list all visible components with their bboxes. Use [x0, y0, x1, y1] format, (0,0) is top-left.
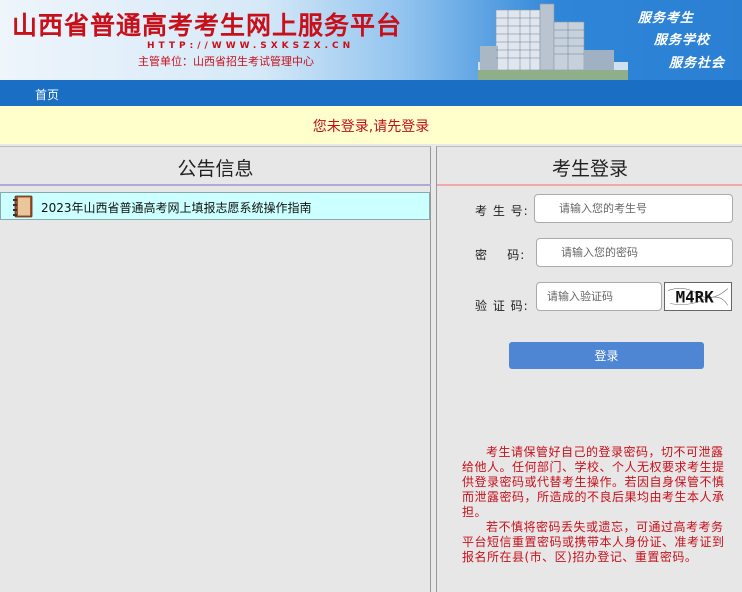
nav-home-link[interactable]: 首页 [35, 86, 59, 103]
site-title: 山西省普通高考考生网上服务平台 [12, 11, 403, 40]
login-panel: 考生登录 考 生 号: 密 码: 验 证 码: M4RK 登录 考生请保管好自己… [436, 146, 742, 592]
password-input[interactable] [536, 238, 733, 267]
site-url: HTTP://WWW.SXKSZX.CN [147, 41, 355, 51]
book-icon [13, 195, 33, 218]
building-illustration [478, 3, 628, 80]
announcement-divider [0, 184, 431, 186]
security-notice: 考生请保管好自己的登录密码，切不可泄露给他人。任何部门、学校、个人无权要求考生提… [462, 445, 734, 565]
announcement-item[interactable]: 2023年山西省普通高考网上填报志愿系统操作指南 [0, 192, 430, 220]
captcha-text: M4RK [676, 288, 715, 307]
slogan-serve-schools: 服务学校 [654, 33, 711, 48]
login-notice-text: 您未登录,请先登录 [312, 119, 430, 135]
captcha-image[interactable]: M4RK [664, 282, 732, 311]
login-panel-title: 考生登录 [551, 158, 628, 180]
announcement-link[interactable]: 2023年山西省普通高考网上填报志愿系统操作指南 [41, 199, 312, 216]
login-notice-bar: 您未登录,请先登录 [0, 106, 742, 144]
captcha-input[interactable] [536, 282, 662, 311]
header-banner: 山西省普通高考考生网上服务平台 HTTP://WWW.SXKSZX.CN 主管单… [0, 0, 742, 80]
exam-number-label: 考 生 号: [475, 204, 529, 218]
password-label: 密 码: [475, 248, 526, 262]
announcement-panel-title: 公告信息 [177, 158, 254, 180]
captcha-label: 验 证 码: [475, 299, 529, 313]
login-button[interactable]: 登录 [509, 342, 704, 369]
login-divider [437, 184, 742, 186]
slogan-serve-students: 服务考生 [638, 11, 695, 26]
site-sponsor: 主管单位：山西省招生考试管理中心 [138, 55, 314, 68]
exam-number-input[interactable] [534, 194, 733, 223]
security-notice-paragraph-1: 考生请保管好自己的登录密码，切不可泄露给他人。任何部门、学校、个人无权要求考生提… [462, 445, 725, 519]
security-notice-paragraph-2: 若不慎将密码丢失或遗忘，可通过高考考务平台短信重置密码或携带本人身份证、准考证到… [462, 520, 725, 564]
nav-bar: 首页 [0, 80, 742, 106]
slogan-serve-society: 服务社会 [669, 56, 726, 71]
announcement-panel: 公告信息 2023年山西省普通高考网上填报志愿系统操作指南 [0, 146, 431, 592]
